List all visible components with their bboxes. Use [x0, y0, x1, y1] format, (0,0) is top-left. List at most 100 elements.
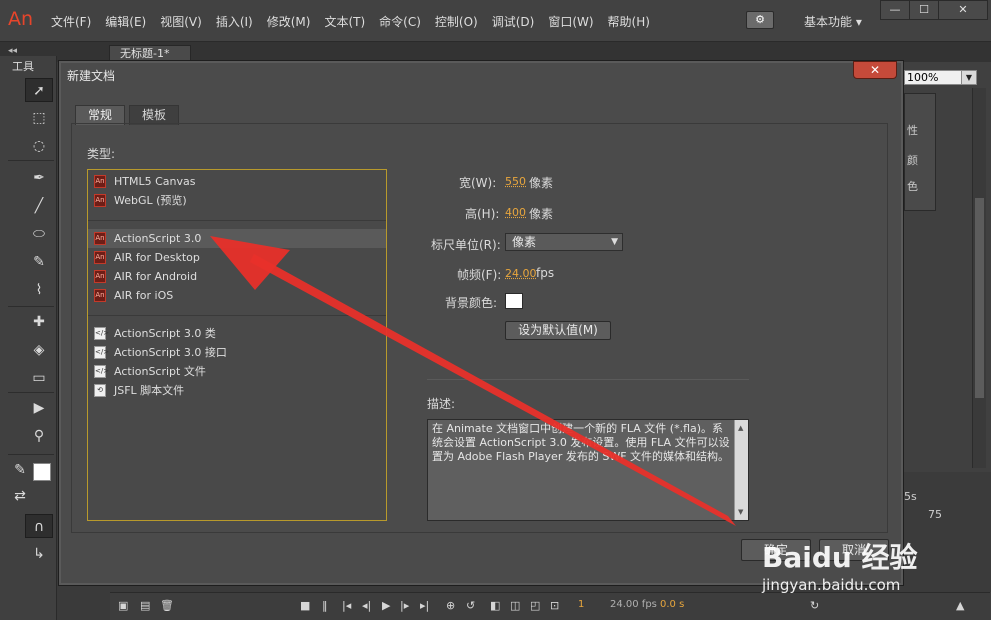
- width-label: 宽(W):: [459, 176, 497, 190]
- scroll-up-icon[interactable]: ▲: [738, 424, 743, 432]
- new-layer-icon[interactable]: ▣: [118, 599, 128, 612]
- menu-window[interactable]: 窗口(W): [541, 13, 600, 30]
- menu-control[interactable]: 控制(O): [428, 13, 485, 30]
- ruler-units-value: 像素: [512, 235, 537, 249]
- onion-skin-icon[interactable]: ◧: [490, 599, 500, 612]
- brush-tool-icon[interactable]: ⌇: [25, 278, 53, 302]
- pause-icon[interactable]: ‖: [322, 599, 328, 612]
- next-frame-icon[interactable]: |▸: [400, 599, 409, 612]
- list-item-label: WebGL (预览): [114, 194, 187, 207]
- menu-help[interactable]: 帮助(H): [601, 13, 657, 30]
- list-item-webgl[interactable]: An WebGL (预览): [88, 191, 386, 210]
- height-label: 高(H):: [465, 207, 500, 221]
- list-item-label: AIR for iOS: [114, 289, 174, 302]
- maximize-button[interactable]: ☐: [909, 0, 939, 20]
- last-frame-icon[interactable]: ▸|: [420, 599, 429, 612]
- prev-frame-icon[interactable]: ◂|: [362, 599, 371, 612]
- new-folder-icon[interactable]: ▤: [140, 599, 150, 612]
- bone-tool-icon[interactable]: ✚: [25, 310, 53, 334]
- lasso-tool-icon[interactable]: ◌: [25, 134, 53, 158]
- zoom-dropdown-icon[interactable]: ▼: [961, 70, 977, 85]
- frame-rate[interactable]: 24.00 fps: [610, 599, 657, 610]
- list-item-as3-class[interactable]: </> ActionScript 3.0 类: [88, 324, 386, 343]
- background-color-swatch[interactable]: [505, 293, 523, 309]
- ruler-units-select[interactable]: 像素 ▼: [505, 233, 623, 251]
- subselection-tool-icon[interactable]: ⬚: [25, 106, 53, 130]
- list-item-html5-canvas[interactable]: An HTML5 Canvas: [88, 172, 386, 191]
- set-default-button[interactable]: 设为默认值(M): [505, 321, 611, 340]
- selection-tool-icon[interactable]: ➚: [25, 78, 53, 102]
- frame-rate-value[interactable]: 24.00: [505, 267, 537, 280]
- tab-general[interactable]: 常规: [75, 105, 126, 125]
- list-item-jsfl[interactable]: ⟲ JSFL 脚本文件: [88, 381, 386, 400]
- minimize-button[interactable]: —: [880, 0, 910, 20]
- tab-templates[interactable]: 模板: [129, 105, 180, 125]
- props-fragment: 颜: [907, 154, 918, 167]
- menu-view[interactable]: 视图(V): [153, 13, 209, 30]
- width-value[interactable]: 550: [505, 175, 526, 188]
- properties-panel-fragment: 性 颜 色: [904, 93, 936, 211]
- list-item-as3-interface[interactable]: </> ActionScript 3.0 接口: [88, 343, 386, 362]
- dialog-close-button[interactable]: ✕: [853, 61, 897, 79]
- menu-commands[interactable]: 命令(C): [372, 13, 428, 30]
- animate-file-icon: An: [94, 175, 106, 188]
- zoom-input[interactable]: 100%: [904, 70, 962, 85]
- list-item-label: HTML5 Canvas: [114, 175, 196, 188]
- center-frame-icon[interactable]: ⊕: [446, 599, 455, 612]
- stage-scrollbar[interactable]: [972, 88, 986, 468]
- current-frame[interactable]: 1: [578, 599, 584, 610]
- list-item-actionscript-3[interactable]: An ActionScript 3.0: [88, 229, 386, 248]
- document-type-list: An HTML5 Canvas An WebGL (预览) An ActionScri…: [87, 169, 387, 521]
- tools-panel: 工具 ➚ ⬚ ◌ ✒ ╱ ⬭ ✎ ⌇ ✚ ◈ ▭ ▶ ⚲ ✎ ⇄ ∩ ↳: [0, 56, 57, 620]
- swap-colors-icon[interactable]: ⇄: [6, 484, 34, 508]
- menu-list: 文件(F) 编辑(E) 视图(V) 插入(I) 修改(M) 文本(T) 命令(C…: [44, 13, 657, 30]
- height-value[interactable]: 400: [505, 206, 526, 219]
- fill-color-swatch[interactable]: [33, 463, 51, 481]
- list-item-air-ios[interactable]: An AIR for iOS: [88, 286, 386, 305]
- first-frame-icon[interactable]: |◂: [342, 599, 351, 612]
- pen-tool-icon[interactable]: ✒: [25, 166, 53, 190]
- animate-file-icon: An: [94, 194, 106, 207]
- watermark-url: jingyan.baidu.com: [762, 576, 901, 594]
- close-window-button[interactable]: ✕: [938, 0, 988, 20]
- baidu-watermark: Baidu 经验 jingyan.baidu.com: [762, 536, 982, 610]
- menu-file[interactable]: 文件(F): [44, 13, 98, 30]
- smooth-icon[interactable]: ↳: [25, 542, 53, 566]
- elapsed-time[interactable]: 0.0 s: [660, 599, 684, 610]
- modify-markers-icon[interactable]: ⊡: [550, 599, 559, 612]
- ruler-mark: 5s: [904, 490, 917, 503]
- list-item-air-android[interactable]: An AIR for Android: [88, 267, 386, 286]
- stroke-color-icon[interactable]: ✎: [6, 458, 34, 482]
- eraser-tool-icon[interactable]: ▭: [25, 366, 53, 390]
- loop-icon[interactable]: ↺: [466, 599, 475, 612]
- menu-modify[interactable]: 修改(M): [260, 13, 318, 30]
- scroll-down-icon[interactable]: ▼: [738, 508, 743, 516]
- scrollbar-thumb[interactable]: [975, 198, 984, 398]
- menu-insert[interactable]: 插入(I): [209, 13, 260, 30]
- frame-rate-unit: fps: [536, 266, 555, 280]
- zoom-tool-icon[interactable]: ⚲: [25, 424, 53, 448]
- list-item-as-file[interactable]: </> ActionScript 文件: [88, 362, 386, 381]
- menu-text[interactable]: 文本(T): [317, 13, 372, 30]
- description-scrollbar[interactable]: ▲ ▼: [734, 420, 748, 520]
- animate-file-icon: An: [94, 232, 106, 245]
- edit-multiple-icon[interactable]: ◰: [530, 599, 540, 612]
- pencil-tool-icon[interactable]: ✎: [25, 250, 53, 274]
- menu-debug[interactable]: 调试(D): [485, 13, 542, 30]
- snap-magnet-icon[interactable]: ∩: [25, 514, 53, 538]
- line-tool-icon[interactable]: ╱: [25, 194, 53, 218]
- collapse-icon[interactable]: ◂◂: [8, 46, 17, 56]
- workspace-switcher[interactable]: 基本功能 ▾: [804, 13, 862, 30]
- camera-tool-icon[interactable]: ▶: [25, 396, 53, 420]
- chevron-down-icon: ▼: [611, 237, 618, 247]
- play-icon[interactable]: ▶: [382, 599, 390, 612]
- paint-bucket-icon[interactable]: ◈: [25, 338, 53, 362]
- list-item-air-desktop[interactable]: An AIR for Desktop: [88, 248, 386, 267]
- description-box: 在 Animate 文档窗口中创建一个新的 FLA 文件 (*.fla)。系统会…: [427, 419, 749, 521]
- sync-settings-button[interactable]: ⚙: [746, 11, 774, 29]
- menu-edit[interactable]: 编辑(E): [98, 13, 153, 30]
- onion-outline-icon[interactable]: ◫: [510, 599, 520, 612]
- camera-icon[interactable]: ■: [300, 599, 310, 612]
- oval-tool-icon[interactable]: ⬭: [25, 222, 53, 246]
- delete-layer-icon[interactable]: 🗑: [160, 599, 174, 612]
